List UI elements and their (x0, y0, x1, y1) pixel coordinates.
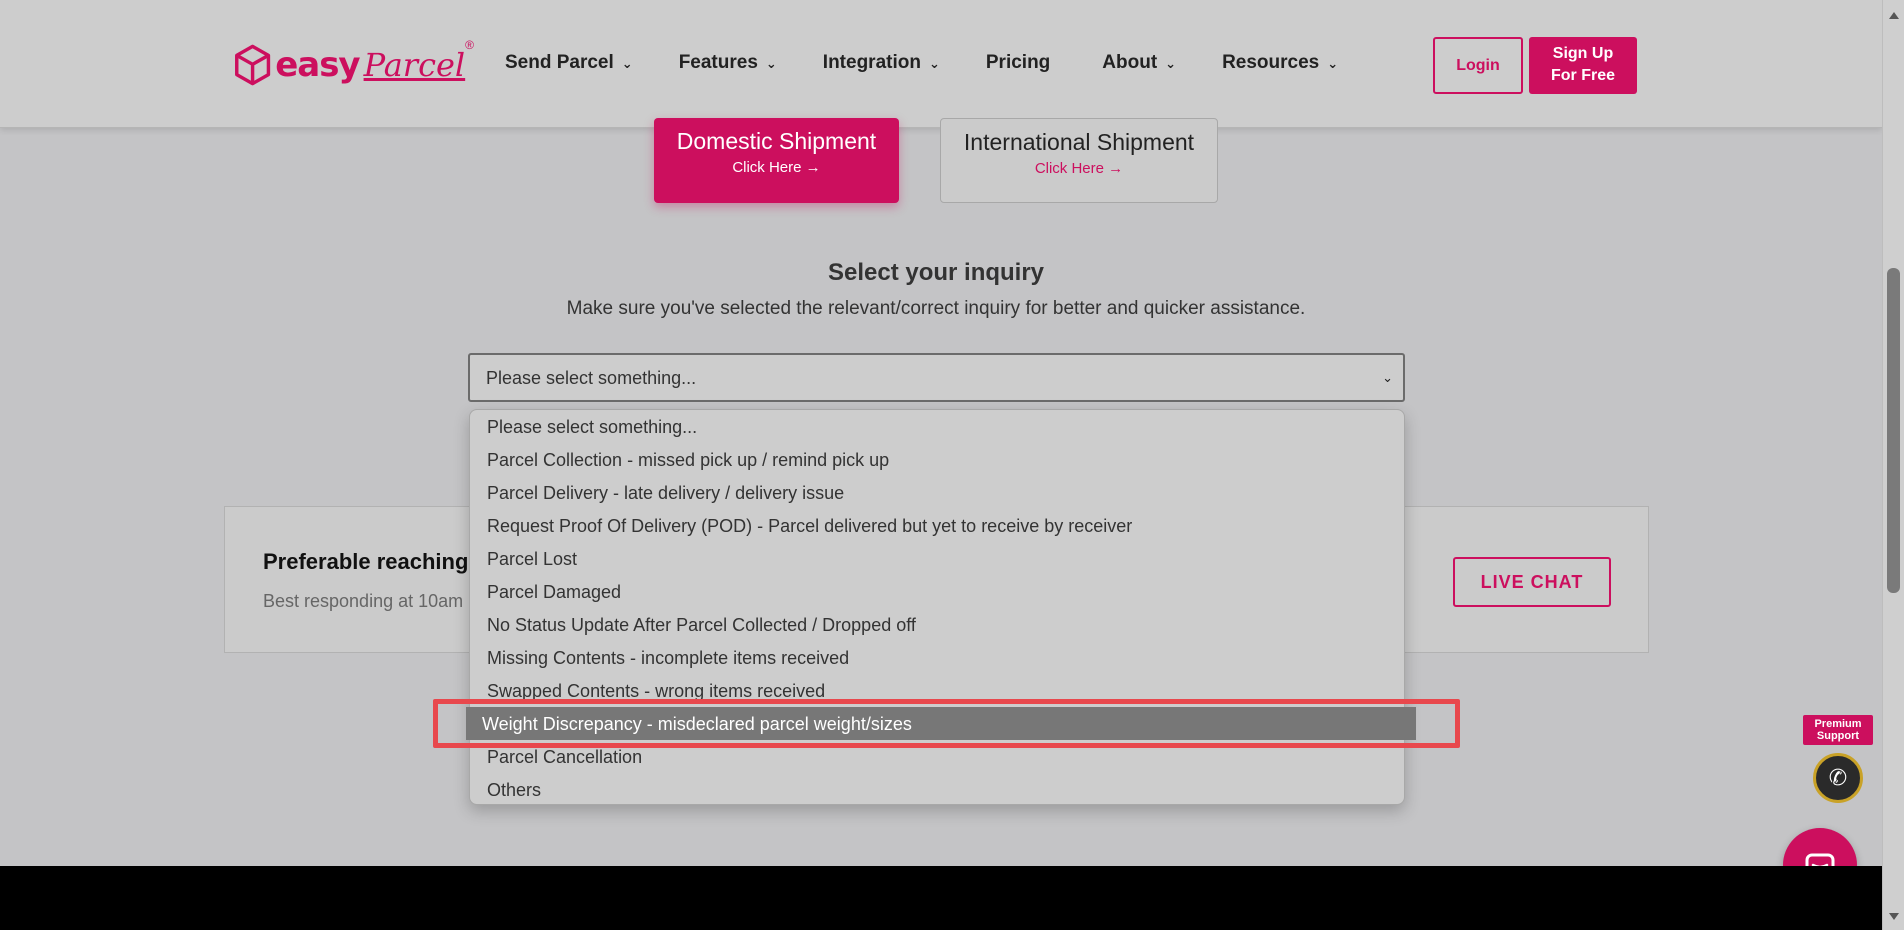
dropdown-option[interactable]: Parcel Delivery - late delivery / delive… (487, 483, 844, 504)
dropdown-option[interactable]: Request Proof Of Delivery (POD) - Parcel… (487, 516, 1132, 537)
chevron-down-icon: ⌄ (1382, 370, 1393, 385)
signup-line-2: For Free (1550, 67, 1615, 84)
main-nav: Send Parcel ⌄ Features ⌄ Integration ⌄ P… (505, 52, 1338, 74)
signup-line-1: Sign Up (1552, 45, 1614, 62)
nav-about[interactable]: About ⌄ (1102, 52, 1176, 74)
site-header: easy Parcel ® Send Parcel ⌄ Features ⌄ I… (0, 0, 1882, 128)
scroll-down-arrow-icon[interactable] (1889, 913, 1899, 920)
dropdown-option[interactable]: Others (487, 780, 541, 801)
premium-tag-line-2: Support (1816, 730, 1860, 742)
contact-preferable-text: Preferable reaching t (263, 549, 482, 574)
whatsapp-vip-icon: ✆ (1813, 753, 1863, 803)
dropdown-option[interactable]: Parcel Damaged (487, 582, 621, 603)
box-logo-icon (235, 44, 271, 86)
inquiry-title: Select your inquiry (827, 259, 1045, 286)
dropdown-option[interactable]: Parcel Cancellation (487, 747, 642, 768)
nav-pricing[interactable]: Pricing (986, 52, 1050, 74)
signup-button[interactable]: Sign Up For Free (1529, 37, 1637, 94)
nav-label: Pricing (985, 52, 1051, 73)
inquiry-select-value: Please select something... (486, 368, 697, 388)
chevron-down-icon: ⌄ (928, 56, 940, 71)
nav-features[interactable]: Features ⌄ (679, 52, 777, 74)
footer-strip (0, 866, 1882, 930)
nav-label: Resources (1222, 52, 1320, 73)
chevron-down-icon: ⌄ (621, 56, 633, 71)
nav-label: Integration (822, 52, 921, 73)
dropdown-option[interactable]: Missing Contents - incomplete items rece… (487, 648, 849, 669)
logo-text-easy: easy (275, 45, 360, 85)
international-click-here: Click Here → (1034, 160, 1124, 177)
inquiry-subtitle: Make sure you've selected the relevant/c… (566, 298, 1306, 319)
domestic-shipment-tab[interactable]: Domestic Shipment Click Here → (654, 118, 899, 203)
live-chat-button[interactable]: LIVE CHAT (1453, 557, 1611, 607)
premium-support-tag: Premium Support (1803, 715, 1873, 745)
page-scrollbar[interactable] (1882, 0, 1904, 930)
chevron-down-icon: ⌄ (1165, 56, 1177, 71)
easyparcel-logo[interactable]: easy Parcel ® (234, 34, 474, 96)
scroll-up-arrow-icon[interactable] (1889, 12, 1899, 19)
nav-label: About (1102, 52, 1158, 73)
dropdown-option[interactable]: Parcel Lost (487, 549, 577, 570)
inquiry-select[interactable]: Please select something... ⌄ (468, 353, 1405, 402)
dropdown-option[interactable]: Parcel Collection - missed pick up / rem… (487, 450, 889, 471)
domestic-click-here: Click Here → (732, 159, 821, 176)
logo-text-parcel: Parcel (363, 46, 466, 84)
nav-resources[interactable]: Resources ⌄ (1222, 52, 1338, 74)
nav-integration[interactable]: Integration ⌄ (823, 52, 940, 74)
premium-support-widget[interactable]: Premium Support ✆ (1803, 715, 1873, 803)
registered-mark: ® (465, 38, 474, 52)
international-title: International Shipment (963, 129, 1195, 155)
dropdown-option[interactable]: No Status Update After Parcel Collected … (487, 615, 916, 636)
domestic-title: Domestic Shipment (676, 128, 877, 154)
highlight-frame (433, 699, 1460, 748)
chevron-down-icon: ⌄ (1327, 56, 1339, 71)
premium-tag-line-1: Premium (1814, 718, 1862, 730)
nav-send-parcel[interactable]: Send Parcel ⌄ (505, 52, 633, 74)
dropdown-option[interactable]: Please select something... (487, 417, 697, 438)
nav-label: Features (678, 52, 758, 73)
nav-label: Send Parcel (505, 52, 614, 73)
chevron-down-icon: ⌄ (765, 56, 777, 71)
scrollbar-thumb[interactable] (1887, 268, 1900, 593)
login-button[interactable]: Login (1433, 37, 1523, 94)
international-shipment-tab[interactable]: International Shipment Click Here → (940, 118, 1218, 203)
contact-best-responding-text: Best responding at 10am (263, 591, 464, 611)
